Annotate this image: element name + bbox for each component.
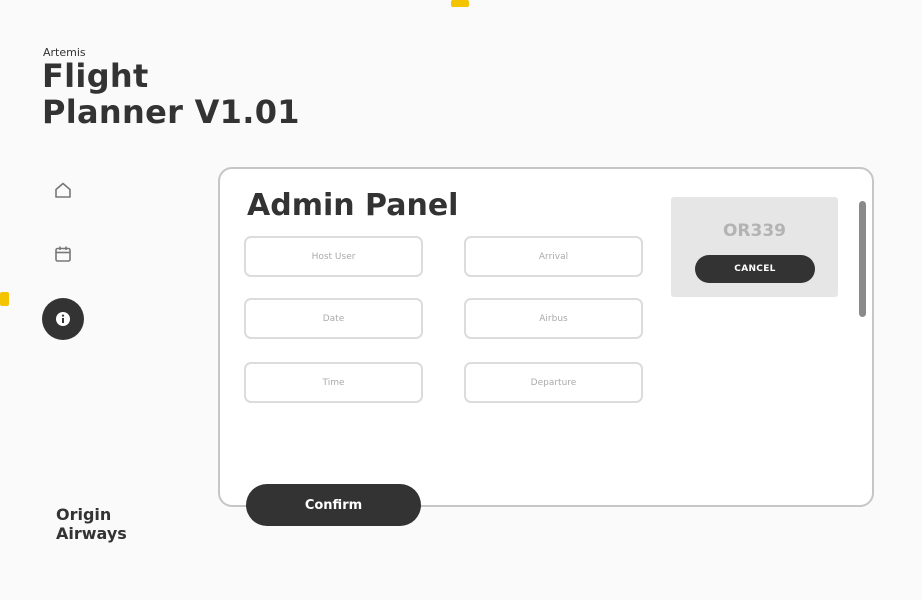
panel-scrollbar[interactable] (859, 201, 866, 317)
panel-title: Admin Panel (247, 188, 459, 223)
selection-handle-top (451, 0, 469, 7)
time-input[interactable] (244, 362, 423, 403)
airbus-input[interactable] (464, 298, 643, 339)
flight-card: OR339 CANCEL (671, 197, 838, 297)
nav-info-button[interactable] (42, 298, 84, 340)
nav-calendar-button[interactable] (42, 233, 84, 275)
selection-handle-left (0, 292, 9, 306)
cancel-button[interactable]: CANCEL (695, 255, 815, 283)
departure-input[interactable] (464, 362, 643, 403)
info-icon (56, 312, 70, 326)
company-name-line2: Airways (56, 524, 127, 543)
flight-code: OR339 (722, 221, 787, 241)
company-name: Origin Airways (56, 505, 127, 543)
home-icon (55, 182, 71, 198)
nav-home-button[interactable] (42, 169, 84, 211)
app-title: Flight Planner V1.01 (42, 58, 300, 130)
host-user-input[interactable] (244, 236, 423, 277)
calendar-icon (55, 246, 71, 262)
company-name-line1: Origin (56, 505, 112, 524)
date-input[interactable] (244, 298, 423, 339)
app-title-line1: Flight (42, 57, 149, 95)
confirm-button[interactable]: Confirm (246, 484, 421, 526)
app-title-line2: Planner V1.01 (42, 93, 300, 131)
arrival-input[interactable] (464, 236, 643, 277)
